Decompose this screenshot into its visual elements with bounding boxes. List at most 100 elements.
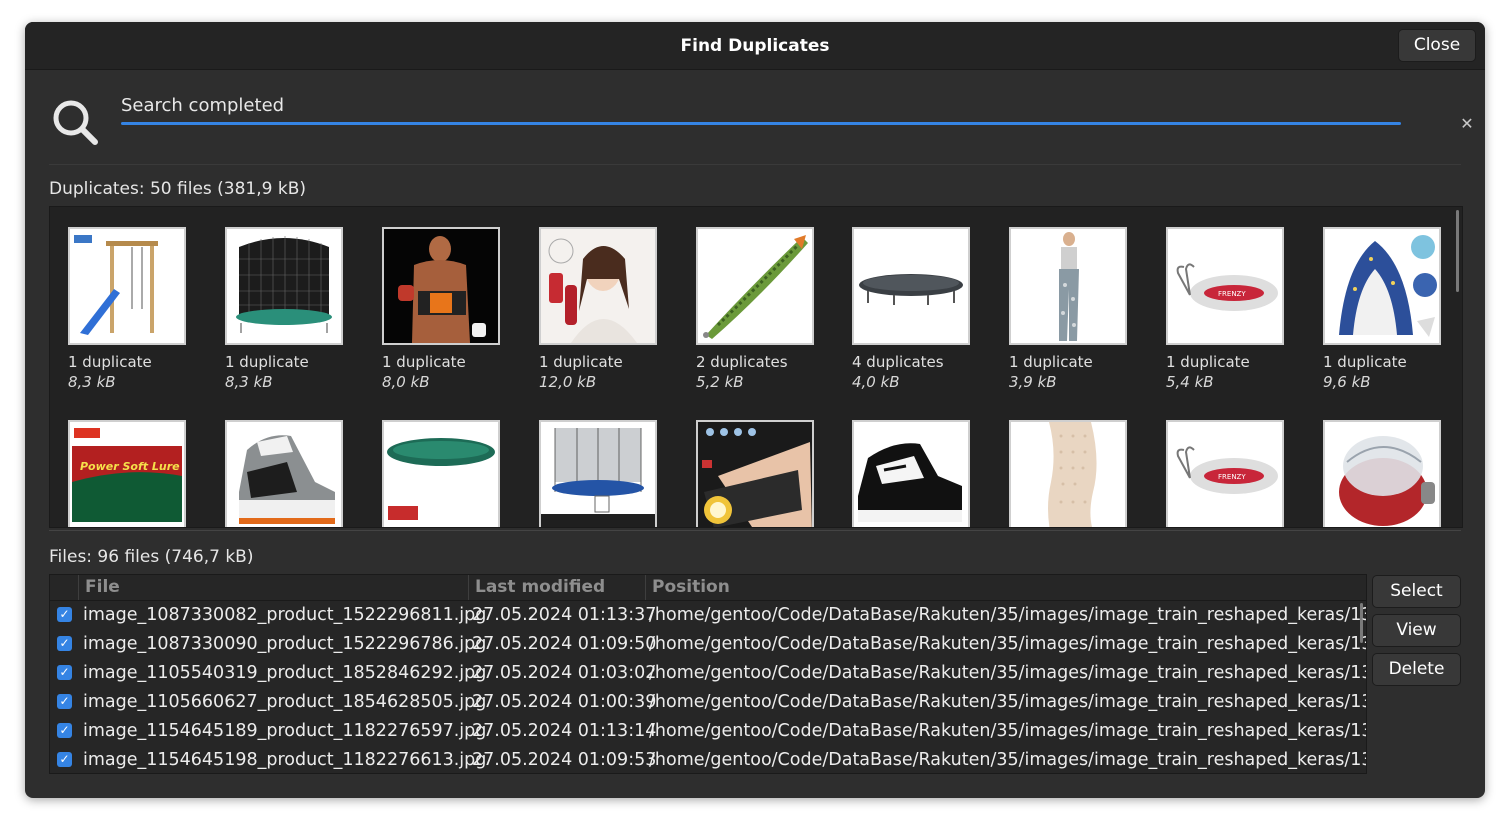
svg-text:Power Soft Lure: Power Soft Lure [80,460,180,473]
duplicate-group-thumbnail[interactable] [539,420,679,527]
duplicates-thumbnail-grid[interactable]: 1 duplicate 8,3 kB 1 duplicate 8,3 kB 1 dupl… [49,206,1463,528]
delete-button[interactable]: Delete [1372,653,1461,686]
thumbnail-image[interactable] [852,420,970,527]
last-modified-cell: 27.05.2024 01:00:39 [472,692,657,712]
table-row[interactable]: ✓ image_1154645198_product_1182276613.jpg… [50,746,1366,773]
duplicate-group-thumbnail[interactable] [696,420,836,527]
close-icon[interactable]: ✕ [1457,114,1477,134]
file-name-cell: image_1105540319_product_1852846292.jpg [83,663,487,683]
column-header-file[interactable]: File [78,575,468,600]
duplicate-size: 5,4 kB [1166,373,1214,391]
duplicate-group-thumbnail[interactable]: 4 duplicates 4,0 kB [852,227,992,391]
thumbnail-image[interactable] [539,420,657,527]
duplicate-group-thumbnail[interactable] [852,420,992,527]
duplicate-group-thumbnail[interactable]: 1 duplicate 8,3 kB [68,227,208,391]
duplicate-group-thumbnail[interactable] [382,420,522,527]
duplicate-group-thumbnail[interactable]: Power Soft Lure [68,420,208,527]
duplicate-group-thumbnail[interactable]: 2 duplicates 5,2 kB [696,227,836,391]
thumbnail-image[interactable] [852,227,970,345]
thumbnail-image[interactable] [696,227,814,345]
thumbnail-image[interactable]: FRENZY [1166,420,1284,527]
duplicate-group-thumbnail[interactable]: 1 duplicate 3,9 kB [1009,227,1149,391]
row-checkbox[interactable]: ✓ [57,723,72,738]
select-button[interactable]: Select [1372,575,1461,608]
thumbnail-image[interactable]: Power Soft Lure [68,420,186,527]
table-row[interactable]: ✓ image_1087330082_product_1522296811.jpg… [50,601,1366,630]
duplicate-count: 4 duplicates [852,353,944,371]
file-name-cell: image_1087330082_product_1522296811.jpg [83,605,487,625]
duplicate-group-thumbnail[interactable]: 1 duplicate 9,6 kB [1323,227,1462,391]
file-name-cell: image_1105660627_product_1854628505.jpg [83,692,487,712]
thumbnail-image[interactable] [696,420,814,527]
duplicate-group-thumbnail[interactable]: FRENZY 1 duplicate 5,4 kB [1166,227,1306,391]
table-row[interactable]: ✓ image_1105660627_product_1854628505.jpg… [50,688,1366,717]
close-button[interactable]: Close [1398,29,1476,62]
search-status-text: Search completed [121,95,285,116]
duplicate-size: 8,3 kB [225,373,273,391]
last-modified-cell: 27.05.2024 01:13:37 [472,605,657,625]
duplicate-group-thumbnail[interactable]: 1 duplicate 8,0 kB [382,227,522,391]
files-table: File Last modified Position ✓ image_10873… [49,574,1367,774]
row-checkbox[interactable]: ✓ [57,694,72,709]
row-checkbox[interactable]: ✓ [57,636,72,651]
duplicates-summary: Duplicates: 50 files (381,9 kB) [49,179,307,199]
table-row[interactable]: ✓ image_1105540319_product_1852846292.jpg… [50,659,1366,688]
duplicate-size: 5,2 kB [696,373,744,391]
thumbnail-image[interactable]: FRENZY [1166,227,1284,345]
last-modified-cell: 27.05.2024 01:03:02 [472,663,657,683]
search-icon [53,100,98,145]
thumbnail-image[interactable] [225,227,343,345]
duplicate-count: 1 duplicate [68,353,152,371]
thumbnail-image[interactable] [382,420,500,527]
view-button[interactable]: View [1372,614,1461,647]
duplicate-count: 2 duplicates [696,353,788,371]
file-name-cell: image_1154645189_product_1182276597.jpg [83,721,487,741]
table-row[interactable]: ✓ image_1087330090_product_1522296786.jpg… [50,630,1366,659]
duplicate-size: 8,0 kB [382,373,430,391]
thumbnail-image[interactable] [1009,227,1127,345]
thumbnail-image[interactable] [1323,420,1441,527]
last-modified-cell: 27.05.2024 01:09:53 [472,750,657,770]
position-cell: /home/gentoo/Code/DataBase/Rakuten/35/im… [649,605,1367,625]
duplicate-count: 1 duplicate [1166,353,1250,371]
thumbnail-image[interactable] [68,227,186,345]
file-name-cell: image_1087330090_product_1522296786.jpg [83,634,487,654]
duplicate-group-thumbnail[interactable] [1009,420,1149,527]
duplicate-size: 8,3 kB [68,373,116,391]
thumbnail-image[interactable] [1009,420,1127,527]
row-checkbox[interactable]: ✓ [57,752,72,767]
duplicate-size: 4,0 kB [852,373,900,391]
duplicate-group-thumbnail[interactable]: 1 duplicate 8,3 kB [225,227,365,391]
find-duplicates-window: Find Duplicates Close Search completed ✕… [25,22,1485,798]
duplicate-group-thumbnail[interactable] [225,420,365,527]
duplicate-group-thumbnail[interactable]: FRENZY [1166,420,1306,527]
duplicate-count: 1 duplicate [539,353,623,371]
search-status-area: Search completed ✕ [49,92,1474,165]
last-modified-cell: 27.05.2024 01:13:14 [472,721,657,741]
position-cell: /home/gentoo/Code/DataBase/Rakuten/35/im… [649,634,1367,654]
files-summary: Files: 96 files (746,7 kB) [49,547,254,567]
pane-divider[interactable] [49,530,1461,531]
duplicate-count: 1 duplicate [225,353,309,371]
last-modified-cell: 27.05.2024 01:09:50 [472,634,657,654]
row-checkbox[interactable]: ✓ [57,607,72,622]
table-row[interactable]: ✓ image_1154645189_product_1182276597.jpg… [50,717,1366,746]
thumbnail-image[interactable] [539,227,657,345]
svg-text:FRENZY: FRENZY [1218,290,1246,298]
svg-text:FRENZY: FRENZY [1218,473,1246,481]
thumbnail-image[interactable] [1323,227,1441,345]
search-progress-fill [121,122,1401,125]
search-progress-bar [121,122,1401,125]
row-checkbox[interactable]: ✓ [57,665,72,680]
duplicate-count: 1 duplicate [382,353,466,371]
duplicate-group-thumbnail[interactable]: 1 duplicate 12,0 kB [539,227,679,391]
thumbnail-image[interactable] [382,227,500,345]
position-cell: /home/gentoo/Code/DataBase/Rakuten/35/im… [649,750,1367,770]
column-header-position[interactable]: Position [645,575,1366,600]
thumbnail-image[interactable] [225,420,343,527]
column-header-last-modified[interactable]: Last modified [468,575,645,600]
duplicate-size: 3,9 kB [1009,373,1057,391]
title-bar: Find Duplicates Close [25,22,1485,70]
duplicate-group-thumbnail[interactable] [1323,420,1462,527]
table-header: File Last modified Position [50,575,1366,601]
